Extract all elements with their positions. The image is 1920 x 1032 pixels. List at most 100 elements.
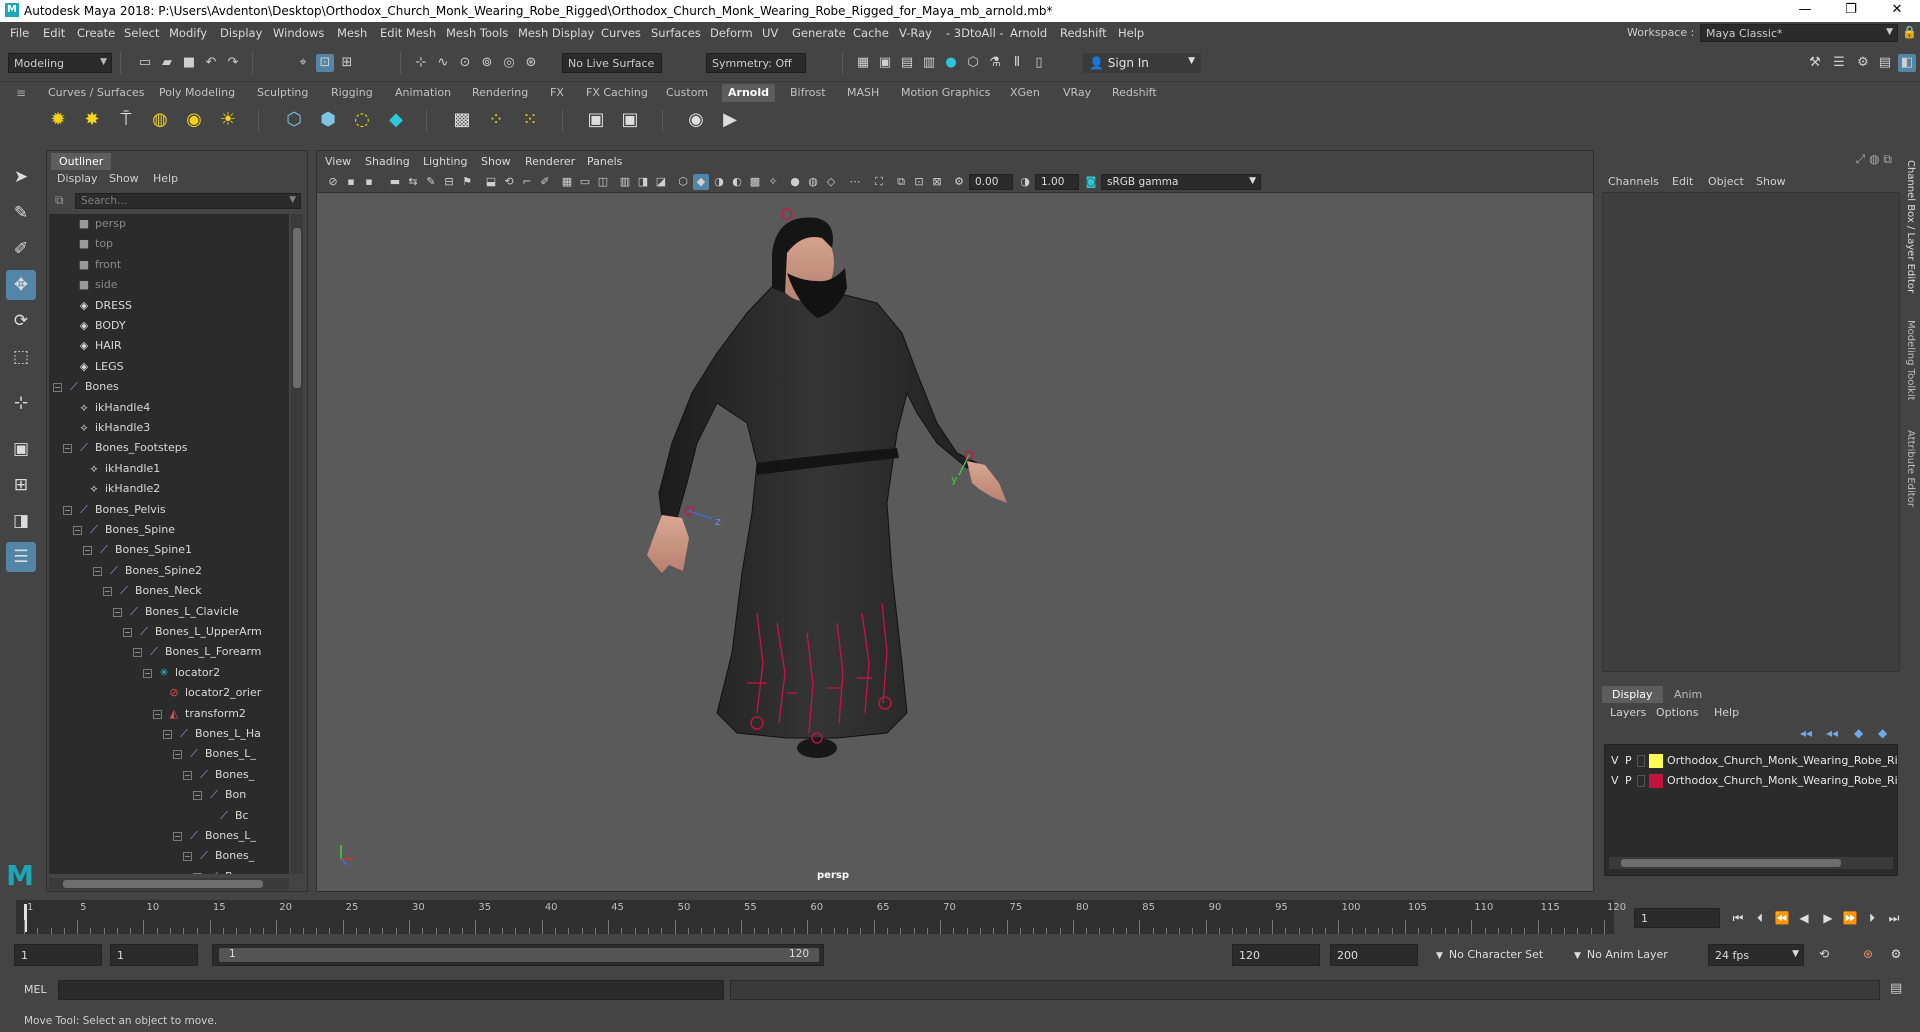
outliner-item[interactable]: − ⟋ Bones_L_Forearm	[49, 642, 289, 662]
outliner-item[interactable]: − ⟋ Bones_Pelvis	[49, 500, 289, 520]
shelf-tab-vray[interactable]: VRay	[1057, 84, 1097, 102]
menu-vray[interactable]: V-Ray	[899, 26, 932, 40]
outliner-item[interactable]: ■ persp	[49, 214, 289, 234]
field-chart-icon[interactable]: ⌐	[519, 174, 535, 190]
snap-grid-icon[interactable]: ⊹	[412, 54, 430, 72]
channel-box-menu-show[interactable]: Show	[1756, 175, 1786, 188]
ipr-render-icon[interactable]: ▤	[898, 54, 916, 72]
channel-box-menu-object[interactable]: Object	[1708, 175, 1744, 188]
render-view-eye-icon[interactable]: ◉	[682, 106, 710, 134]
select-object-icon[interactable]: ⊡	[316, 54, 334, 72]
expand-toggle-icon[interactable]: −	[133, 648, 142, 658]
outliner-menu-show[interactable]: Show	[109, 172, 139, 185]
go-to-start-icon[interactable]: ⏮	[1728, 908, 1748, 928]
menu-mesh-tools[interactable]: Mesh Tools	[446, 26, 508, 40]
film-gate-icon[interactable]: ▭	[577, 174, 593, 190]
menu-uv[interactable]: UV	[762, 26, 778, 40]
outliner-item[interactable]: ◈ BODY	[49, 316, 289, 336]
channel-box-icon[interactable]: ▤	[1876, 54, 1894, 72]
area-light-icon[interactable]: ✹	[44, 106, 72, 134]
menu-mesh[interactable]: Mesh	[337, 26, 367, 40]
outliner-item[interactable]: − ⟋ Bones_L_Ha	[49, 724, 289, 744]
shadows-icon[interactable]: ◐	[729, 174, 745, 190]
layer-menu-help[interactable]: Help	[1714, 706, 1739, 719]
shelf-tab-mash[interactable]: MASH	[841, 84, 885, 102]
render-setup-icon[interactable]: ⚗	[986, 54, 1004, 72]
layer-menu-layers[interactable]: Layers	[1610, 706, 1646, 719]
move-tool-icon[interactable]: ✥	[6, 270, 36, 300]
expand-icon[interactable]: ⤢	[1856, 152, 1866, 166]
smooth-shade-icon[interactable]: ◨	[635, 174, 651, 190]
close-button[interactable]: ✕	[1874, 0, 1920, 22]
range-slider[interactable]: 1 120	[212, 944, 824, 966]
outliner-item[interactable]: ⟡ ikHandle2	[49, 479, 289, 499]
menu-select[interactable]: Select	[124, 26, 159, 40]
title-safe-icon[interactable]: ◫	[595, 174, 611, 190]
hypershade-icon[interactable]: ⬡	[964, 54, 982, 72]
resolution-gate-icon[interactable]: ⬓	[483, 174, 499, 190]
grid-icon[interactable]: ▦	[559, 174, 575, 190]
modeling-toolkit-icon[interactable]: ⚒	[1806, 54, 1824, 72]
shelf-tab-xgen[interactable]: XGen	[1004, 84, 1046, 102]
outliner-search-input[interactable]: Search... ▼	[75, 193, 301, 209]
isolate-select-icon[interactable]: ◇	[823, 174, 839, 190]
expand-toggle-icon[interactable]: −	[193, 791, 202, 801]
outliner-item[interactable]: − ✳ locator2	[49, 663, 289, 683]
channel-box-area[interactable]	[1602, 192, 1900, 672]
time-slider[interactable]: 1 5 10 15 20 25 30 35 40 45 50 55 60 65 70 75 80 85 90 95 10…	[16, 900, 1626, 934]
grease-pencil-icon[interactable]: ✎	[423, 174, 439, 190]
attribute-editor-icon[interactable]: ☰	[1830, 54, 1848, 72]
end-time-field[interactable]: 200	[1330, 944, 1418, 966]
gamma-field[interactable]: 1.00	[1035, 174, 1079, 190]
expand-toggle-icon[interactable]: −	[183, 770, 192, 780]
shelf-tab-fx-caching[interactable]: FX Caching	[580, 84, 654, 102]
viewport-scene[interactable]: z y persp	[317, 193, 1593, 891]
help-icon[interactable]: ◍	[1869, 152, 1879, 166]
create-tx-icon[interactable]: ⁘	[482, 106, 510, 134]
snap-surface-icon[interactable]: ◎	[500, 54, 518, 72]
minimize-button[interactable]: —	[1782, 0, 1828, 22]
select-hierarchy-icon[interactable]: ⌖	[294, 54, 312, 72]
select-tool-icon[interactable]: ➤	[6, 162, 36, 192]
expand-toggle-icon[interactable]: −	[103, 587, 112, 597]
expand-toggle-icon[interactable]: −	[53, 383, 62, 393]
outliner-layout-icon[interactable]: ☰	[6, 542, 36, 572]
outliner-item[interactable]: ■ front	[49, 255, 289, 275]
expand-toggle-icon[interactable]: −	[73, 526, 82, 535]
standin-icon[interactable]: ⬡	[280, 106, 308, 134]
camera-attributes-icon[interactable]: ▪	[343, 174, 359, 190]
physical-sky-icon[interactable]: ☀	[214, 106, 242, 134]
open-scene-icon[interactable]: ▰	[158, 54, 176, 72]
shelf-menu-icon[interactable]: ≡	[16, 86, 26, 100]
two-d-pan-icon[interactable]: ⇆	[405, 174, 421, 190]
shelf-tab-motion-graphics[interactable]: Motion Graphics	[895, 84, 996, 102]
outliner-item[interactable]: − ⟋ Bones_Spine2	[49, 561, 289, 581]
sign-in-button[interactable]: 👤 Sign In ▼	[1083, 53, 1201, 73]
depth-of-field-icon[interactable]: ◍	[805, 174, 821, 190]
outliner-item[interactable]: − ◭ transform2	[49, 704, 289, 724]
layer-menu-options[interactable]: Options	[1656, 706, 1698, 719]
layer-color-swatch[interactable]	[1649, 754, 1663, 768]
live-surface-field[interactable]: No Live Surface	[562, 53, 662, 73]
menu-deform[interactable]: Deform	[710, 26, 753, 40]
outliner-tab[interactable]: Outliner	[51, 153, 112, 170]
outliner-vertical-scrollbar[interactable]	[291, 214, 303, 874]
channel-box-menu-edit[interactable]: Edit	[1672, 175, 1693, 188]
frame-all-icon[interactable]: ⧉	[893, 174, 909, 190]
command-input[interactable]	[58, 980, 724, 1000]
layer-row[interactable]: V P Orthodox_Church_Monk_Wearing_Robe_Ri…	[1607, 772, 1897, 790]
single-view-layout-icon[interactable]: ▣	[6, 434, 36, 464]
step-forward-key-icon[interactable]: ⏩	[1840, 908, 1860, 928]
viewport-menu-lighting[interactable]: Lighting	[423, 155, 467, 168]
current-frame-field[interactable]: 1	[1634, 908, 1720, 928]
xray-joints-icon[interactable]: ⋯	[847, 174, 863, 190]
step-forward-frame-icon[interactable]: ⏵	[1862, 908, 1882, 928]
gamma-icon[interactable]: ◑	[1017, 174, 1033, 190]
menu-help[interactable]: Help	[1118, 26, 1144, 40]
snap-vertex-icon[interactable]: ⊛	[522, 54, 540, 72]
outliner-item[interactable]: − ⟋ Bones_L_Clavicle	[49, 602, 289, 622]
new-layer-selected-icon[interactable]: ◆	[1878, 726, 1887, 740]
scrollbar-thumb[interactable]	[1621, 859, 1841, 867]
character-set-dropdown[interactable]: ▼ No Character Set	[1430, 944, 1560, 966]
pause-icon[interactable]: Ⅱ	[1008, 54, 1026, 72]
